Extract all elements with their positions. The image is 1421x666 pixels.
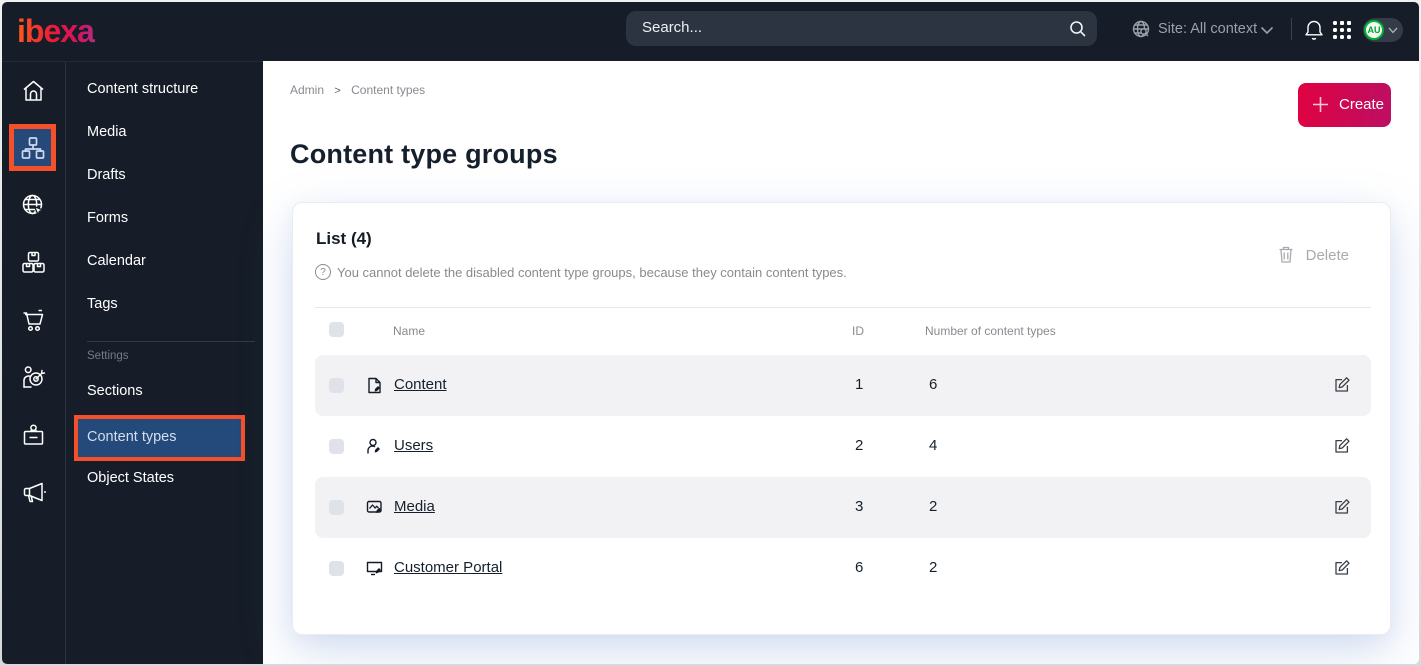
svg-text:ibexa: ibexa [17, 13, 95, 49]
